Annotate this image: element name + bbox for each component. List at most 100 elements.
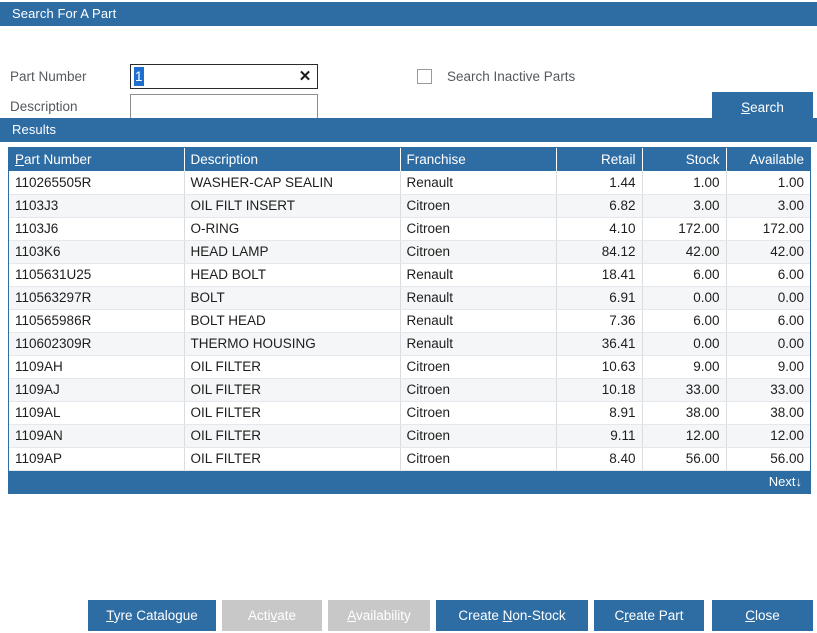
cell-available: 0.00 <box>726 332 810 356</box>
cell-stock: 42.00 <box>642 240 727 264</box>
search-panel-title: Search For A Part <box>0 2 817 26</box>
cell-available: 0.00 <box>726 286 810 310</box>
cell-part_number: 1103J6 <box>9 217 185 241</box>
table-row[interactable]: 110563297R BOLT Renault 6.91 0.00 0.00 <box>9 286 810 310</box>
cell-available: 12.00 <box>726 424 810 448</box>
cell-franchise: Citroen <box>400 355 557 379</box>
search-form: Part Number 1 ✕ Description Search Inact… <box>0 26 817 122</box>
cell-franchise: Citroen <box>400 401 557 425</box>
cell-part_number: 1103J3 <box>9 194 185 218</box>
cell-stock: 56.00 <box>642 447 727 471</box>
arrow-down-icon: ↓ <box>795 473 803 489</box>
description-input[interactable] <box>130 94 318 119</box>
action-button-bar: Tyre Catalogue Activate Availability Create… <box>0 600 817 632</box>
cell-retail: 7.36 <box>556 309 643 333</box>
table-header-row: Part Number Description Franchise Retail Sto… <box>9 148 810 171</box>
cell-description: BOLT <box>184 286 401 310</box>
cell-stock: 3.00 <box>642 194 727 218</box>
cell-franchise: Citroen <box>400 378 557 402</box>
table-row[interactable]: 1105631U25 HEAD BOLT Renault 18.41 6.00 6.00 <box>9 263 810 287</box>
cell-part_number: 110563297R <box>9 286 185 310</box>
cell-franchise: Renault <box>400 332 557 356</box>
search-button-label: Search <box>741 99 784 115</box>
cell-description: OIL FILTER <box>184 401 401 425</box>
part-number-input[interactable] <box>130 64 318 89</box>
cell-stock: 9.00 <box>642 355 727 379</box>
part-search-window: Search For A Part Part Number 1 ✕ Descri… <box>0 0 817 633</box>
cell-part_number: 110565986R <box>9 309 185 333</box>
cell-description: HEAD LAMP <box>184 240 401 264</box>
results-grid-footer: Next↓ <box>9 470 810 493</box>
results-grid: Part Number Description Franchise Retail Sto… <box>8 147 811 494</box>
table-row[interactable]: 1103J3 OIL FILT INSERT Citroen 6.82 3.00 3.00 <box>9 194 810 218</box>
column-header-retail[interactable]: Retail <box>556 148 643 171</box>
cell-available: 56.00 <box>726 447 810 471</box>
cell-franchise: Renault <box>400 171 557 195</box>
column-header-franchise[interactable]: Franchise <box>400 148 557 171</box>
cell-part_number: 1109AJ <box>9 378 185 402</box>
tyre-catalogue-button[interactable]: Tyre Catalogue <box>88 600 216 631</box>
cell-retail: 10.18 <box>556 378 643 402</box>
column-header-stock[interactable]: Stock <box>642 148 727 171</box>
next-page-link[interactable]: Next↓ <box>769 474 802 489</box>
cell-franchise: Citroen <box>400 424 557 448</box>
create-nonstock-button[interactable]: Create Non-Stock <box>436 600 588 631</box>
table-row[interactable]: 1109AN OIL FILTER Citroen 9.11 12.00 12.00 <box>9 424 810 448</box>
cell-franchise: Renault <box>400 309 557 333</box>
column-header-available[interactable]: Available <box>726 148 810 171</box>
cell-description: OIL FILTER <box>184 378 401 402</box>
cell-retail: 18.41 <box>556 263 643 287</box>
cell-part_number: 110602309R <box>9 332 185 356</box>
cell-available: 6.00 <box>726 309 810 333</box>
search-inactive-parts-checkbox[interactable] <box>417 69 432 84</box>
cell-part_number: 110265505R <box>9 171 185 195</box>
cell-retail: 9.11 <box>556 424 643 448</box>
availability-button: Availability <box>328 600 430 631</box>
next-page-label: Next <box>768 473 796 489</box>
cell-stock: 0.00 <box>642 332 727 356</box>
cell-description: THERMO HOUSING <box>184 332 401 356</box>
cell-available: 3.00 <box>726 194 810 218</box>
cell-franchise: Renault <box>400 263 557 287</box>
cell-description: OIL FILTER <box>184 447 401 471</box>
cell-part_number: 1109AP <box>9 447 185 471</box>
part-number-label: Part Number <box>10 69 87 84</box>
cell-available: 6.00 <box>726 263 810 287</box>
column-header-description[interactable]: Description <box>184 148 401 171</box>
cell-stock: 33.00 <box>642 378 727 402</box>
cell-available: 42.00 <box>726 240 810 264</box>
cell-part_number: 1105631U25 <box>9 263 185 287</box>
table-row[interactable]: 110265505R WASHER-CAP SEALIN Renault 1.44 1.… <box>9 171 810 195</box>
table-row[interactable]: 1109AP OIL FILTER Citroen 8.40 56.00 56.00 <box>9 447 810 471</box>
table-row[interactable]: 1109AJ OIL FILTER Citroen 10.18 33.00 33.00 <box>9 378 810 402</box>
clear-icon[interactable]: ✕ <box>296 67 314 86</box>
close-button[interactable]: Close <box>712 600 813 631</box>
cell-retail: 84.12 <box>556 240 643 264</box>
results-panel-title: Results <box>0 118 817 142</box>
column-header-part_number[interactable]: Part Number <box>9 148 185 171</box>
cell-retail: 36.41 <box>556 332 643 356</box>
cell-available: 9.00 <box>726 355 810 379</box>
cell-description: OIL FILT INSERT <box>184 194 401 218</box>
activate-button: Activate <box>222 600 322 631</box>
cell-part_number: 1103K6 <box>9 240 185 264</box>
cell-description: OIL FILTER <box>184 424 401 448</box>
cell-stock: 172.00 <box>642 217 727 241</box>
table-row[interactable]: 110565986R BOLT HEAD Renault 7.36 6.00 6.00 <box>9 309 810 333</box>
cell-available: 1.00 <box>726 171 810 195</box>
cell-available: 33.00 <box>726 378 810 402</box>
cell-stock: 6.00 <box>642 309 727 333</box>
cell-stock: 0.00 <box>642 286 727 310</box>
cell-description: OIL FILTER <box>184 355 401 379</box>
cell-franchise: Renault <box>400 286 557 310</box>
table-row[interactable]: 1109AH OIL FILTER Citroen 10.63 9.00 9.00 <box>9 355 810 379</box>
cell-description: BOLT HEAD <box>184 309 401 333</box>
cell-stock: 1.00 <box>642 171 727 195</box>
table-row[interactable]: 1103J6 O-RING Citroen 4.10 172.00 172.00 <box>9 217 810 241</box>
table-row[interactable]: 1109AL OIL FILTER Citroen 8.91 38.00 38.00 <box>9 401 810 425</box>
create-part-button[interactable]: Create Part <box>594 600 704 631</box>
cell-retail: 6.91 <box>556 286 643 310</box>
cell-franchise: Citroen <box>400 194 557 218</box>
table-row[interactable]: 1103K6 HEAD LAMP Citroen 84.12 42.00 42.00 <box>9 240 810 264</box>
table-row[interactable]: 110602309R THERMO HOUSING Renault 36.41 0.00… <box>9 332 810 356</box>
